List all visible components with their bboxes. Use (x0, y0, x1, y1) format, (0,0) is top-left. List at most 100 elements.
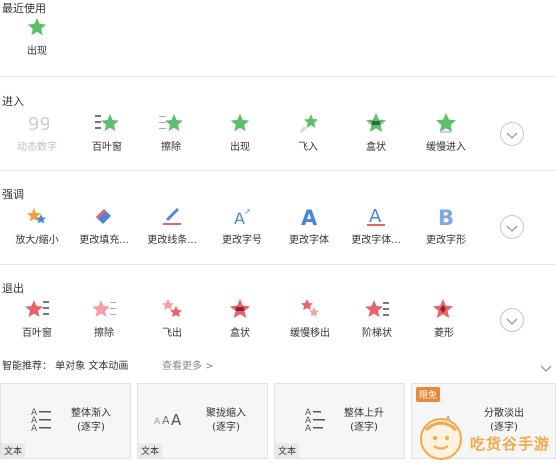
effect-enter-slow[interactable]: 缓慢进入 (411, 110, 481, 162)
effect-emphasis-zoom[interactable]: 放大/缩小 (2, 203, 72, 255)
svg-text:↗: ↗ (244, 207, 251, 216)
effect-label: 擦除 (161, 142, 181, 153)
effect-label: 更改字体 (289, 235, 329, 246)
effect-label: 百叶窗 (22, 328, 52, 339)
effect-label: 出现 (27, 46, 47, 57)
recent-row: 出现 (0, 14, 556, 74)
expand-enter-button[interactable] (500, 122, 524, 146)
effect-exit-slow[interactable]: 缓慢移出 (275, 296, 345, 348)
effect-emphasis-font-color[interactable]: A 更改字体... (341, 203, 411, 255)
limited-free-badge: 限免 (416, 387, 441, 402)
effect-label: 更改填充... (79, 235, 129, 246)
card-name: 聚拢缩入 (逐字) (206, 408, 246, 433)
effect-exit-fly-out[interactable]: 飞出 (137, 296, 207, 348)
effect-enter-dynamic-number[interactable]: 99 动态数字 (2, 110, 72, 162)
slow-star-icon (411, 110, 481, 136)
effect-label: 出现 (230, 142, 250, 153)
effect-label: 放大/缩小 (15, 235, 59, 246)
smart-recommend-bar: 智能推荐： 单对象 文本动画 查看更多 > (0, 355, 556, 375)
svg-text:A: A (154, 417, 161, 427)
svg-text:A: A (171, 411, 182, 428)
effect-label: 更改线条... (147, 235, 197, 246)
exit-row: 百叶窗 擦除 飞出 盒状 缓慢移出 阶梯状 菱形 (0, 296, 556, 356)
chevron-down-icon[interactable] (540, 358, 552, 377)
smart-card-fade-in[interactable]: AAA 整体渐入 (逐字) 文本 (0, 383, 131, 459)
effect-enter-appear[interactable]: 出现 (205, 110, 275, 162)
effect-label: 缓慢移出 (290, 328, 330, 339)
blinds-star-icon (2, 296, 72, 322)
effect-label: 擦除 (94, 328, 114, 339)
effect-label: 菱形 (434, 328, 454, 339)
svg-text:A: A (369, 206, 382, 227)
effect-label: 飞出 (162, 328, 182, 339)
slow-star-icon (275, 296, 345, 322)
effect-label: 更改字号 (222, 235, 262, 246)
svg-text:A: A (162, 414, 170, 427)
effect-label: 阶梯状 (362, 328, 392, 339)
effect-label: 更改字形 (426, 235, 466, 246)
effect-label: 动态数字 (17, 142, 57, 153)
stairs-star-icon (342, 296, 412, 322)
text-preview-icon: AAA (31, 406, 55, 436)
effect-enter-wipe[interactable]: 擦除 (136, 110, 206, 162)
card-name: 分散淡出 (逐字) (484, 408, 524, 433)
text-preview-icon: AAA (154, 410, 188, 432)
wipe-star-icon (69, 296, 139, 322)
effect-exit-blinds[interactable]: 百叶窗 (2, 296, 72, 348)
effect-emphasis-fill[interactable]: 更改填充... (69, 203, 139, 255)
effect-enter-blinds[interactable]: 百叶窗 (72, 110, 142, 162)
divider (0, 264, 556, 265)
effect-exit-diamond[interactable]: 菱形 (409, 296, 479, 348)
wipe-star-icon (136, 110, 206, 136)
green-star-icon (2, 14, 72, 40)
effect-enter-fly-in[interactable]: 飞入 (273, 110, 343, 162)
dynamic-number-icon: 99 (2, 110, 72, 136)
effect-exit-box[interactable]: 盒状 (205, 296, 275, 348)
svg-text:A: A (301, 206, 318, 227)
emphasis-row: 放大/缩小 更改填充... 更改线条... A ↗ 更改字号 A 更改字体 A 更… (0, 203, 556, 263)
text-preview-icon: AAA (305, 406, 329, 436)
enter-row: 99 动态数字 百叶窗 擦除 出现 飞入 盒状 缓慢进入 (0, 110, 556, 170)
effect-emphasis-font[interactable]: A 更改字体 (274, 203, 344, 255)
card-name: 整体渐入 (逐字) (71, 408, 111, 433)
effect-recent-appear[interactable]: 出现 (2, 14, 72, 66)
font-color-icon: A (341, 203, 411, 229)
smart-card-rise[interactable]: AAA 整体上升 (逐字) 文本 (274, 383, 405, 459)
expand-exit-button[interactable] (500, 308, 524, 332)
section-title-exit: 退出 (2, 282, 24, 295)
svg-text:99: 99 (28, 114, 49, 134)
green-star-icon (205, 110, 275, 136)
effect-emphasis-line[interactable]: 更改线条... (137, 203, 207, 255)
effect-label: 飞入 (298, 142, 318, 153)
effect-enter-box[interactable]: 盒状 (341, 110, 411, 162)
fly-star-icon (273, 110, 343, 136)
svg-text:A: A (305, 424, 312, 432)
diamond-star-icon (409, 296, 479, 322)
zoom-star-icon (2, 203, 72, 229)
section-title-emphasis: 强调 (2, 188, 24, 201)
svg-text:B: B (438, 206, 454, 227)
card-tag: 文本 (1, 443, 26, 458)
effect-label: 更改字体... (351, 235, 401, 246)
divider (0, 76, 556, 77)
card-tag: 文本 (275, 443, 300, 458)
smart-recommend-label: 智能推荐： 单对象 文本动画 (2, 361, 129, 372)
fly-star-icon (137, 296, 207, 322)
card-name: 整体上升 (逐字) (344, 408, 384, 433)
effect-emphasis-font-style[interactable]: B 更改字形 (411, 203, 481, 255)
see-more-link[interactable]: 查看更多 > (162, 357, 214, 372)
box-star-icon (341, 110, 411, 136)
effect-exit-wipe[interactable]: 擦除 (69, 296, 139, 348)
font-style-icon: B (411, 203, 481, 229)
effect-label: 百叶窗 (92, 142, 122, 153)
pen-line-icon (137, 203, 207, 229)
expand-emphasis-button[interactable] (500, 215, 524, 239)
effect-emphasis-font-size[interactable]: A ↗ 更改字号 (207, 203, 277, 255)
smart-card-gather-shrink[interactable]: AAA 聚拢缩入 (逐字) 文本 (137, 383, 268, 459)
blinds-star-icon (72, 110, 142, 136)
card-tag: 文本 (138, 443, 163, 458)
chevron-down-icon (506, 125, 518, 144)
section-title-enter: 进入 (2, 95, 24, 108)
effect-exit-stairs[interactable]: 阶梯状 (342, 296, 412, 348)
effect-label: 缓慢进入 (426, 142, 466, 153)
